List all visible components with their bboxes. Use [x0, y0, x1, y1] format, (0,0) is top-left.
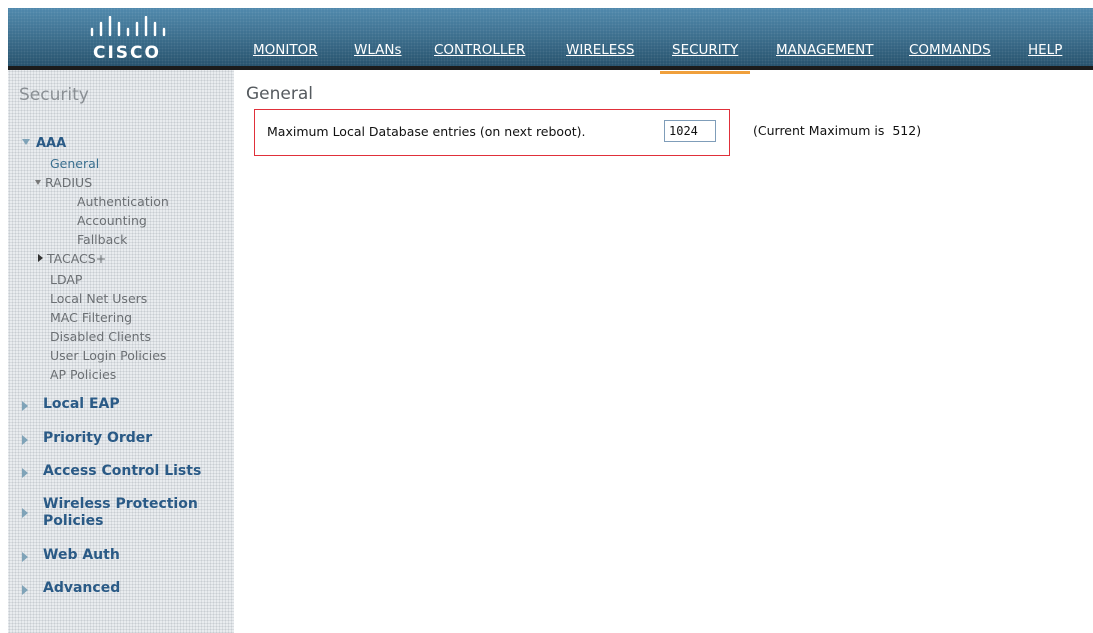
sidebar-title: Security — [19, 85, 89, 105]
sidebar-item-ap-policies[interactable]: AP Policies — [50, 367, 116, 382]
sidebar-item-advanced[interactable]: Advanced — [22, 580, 120, 597]
current-maximum-note: (Current Maximum is 512) — [753, 123, 921, 138]
expand-down-icon — [35, 180, 41, 185]
expand-right-icon — [22, 585, 28, 595]
sidebar-item-general[interactable]: General — [50, 156, 99, 171]
sidebar-item-label: Access Control Lists — [43, 463, 202, 479]
sidebar-item-access-control-lists[interactable]: Access Control Lists — [22, 463, 201, 480]
page-title: General — [246, 84, 313, 104]
top-header: CISCO MONITOR WLANs CONTROLLER WIRELESS … — [8, 8, 1093, 66]
expand-right-icon — [22, 468, 28, 478]
cisco-logo: CISCO — [82, 14, 172, 66]
sidebar: Security AAA General RADIUS Authenticati… — [8, 70, 234, 633]
sidebar-item-local-net-users[interactable]: Local Net Users — [50, 291, 147, 306]
cisco-bridge-logo-icon — [90, 16, 166, 37]
sidebar-item-label: Wireless Protection Policies — [43, 496, 198, 529]
sidebar-item-web-auth[interactable]: Web Auth — [22, 547, 120, 564]
sidebar-item-mac-filtering[interactable]: MAC Filtering — [50, 310, 132, 325]
sidebar-item-tacacs[interactable]: TACACS+ — [38, 251, 106, 266]
max-entries-input[interactable] — [664, 120, 716, 142]
current-maximum-label: (Current Maximum is — [753, 123, 885, 138]
sidebar-item-label: Advanced — [43, 580, 121, 596]
sidebar-item-label: Priority Order — [43, 430, 153, 446]
max-entries-highlight: Maximum Local Database entries (on next … — [254, 109, 730, 156]
current-maximum-value: 512) — [892, 123, 922, 138]
sidebar-item-ldap[interactable]: LDAP — [50, 272, 82, 287]
sidebar-item-fallback[interactable]: Fallback — [77, 232, 127, 247]
expand-right-icon — [22, 552, 28, 562]
sidebar-item-authentication[interactable]: Authentication — [77, 194, 169, 209]
sidebar-item-label: Local EAP — [43, 396, 120, 412]
expand-right-icon — [22, 508, 28, 518]
sidebar-item-local-eap[interactable]: Local EAP — [22, 396, 120, 413]
sidebar-item-wireless-protection-policies[interactable]: Wireless Protection Policies — [22, 496, 222, 530]
expand-right-icon — [38, 254, 43, 262]
max-entries-label: Maximum Local Database entries (on next … — [267, 124, 586, 139]
sidebar-item-radius[interactable]: RADIUS — [35, 175, 92, 190]
sidebar-item-accounting[interactable]: Accounting — [77, 213, 147, 228]
expand-right-icon — [22, 435, 28, 445]
sidebar-item-label: TACACS+ — [47, 251, 107, 266]
sidebar-item-priority-order[interactable]: Priority Order — [22, 430, 152, 447]
expand-down-icon — [22, 139, 30, 145]
sidebar-item-disabled-clients[interactable]: Disabled Clients — [50, 329, 151, 344]
sidebar-item-label: RADIUS — [45, 175, 93, 190]
expand-right-icon — [22, 401, 28, 411]
sidebar-item-label: AAA — [36, 136, 67, 151]
sidebar-item-user-login-policies[interactable]: User Login Policies — [50, 348, 166, 363]
sidebar-item-label: Web Auth — [43, 547, 120, 563]
sidebar-item-aaa[interactable]: AAA — [22, 136, 66, 151]
brand-name: CISCO — [93, 43, 161, 63]
